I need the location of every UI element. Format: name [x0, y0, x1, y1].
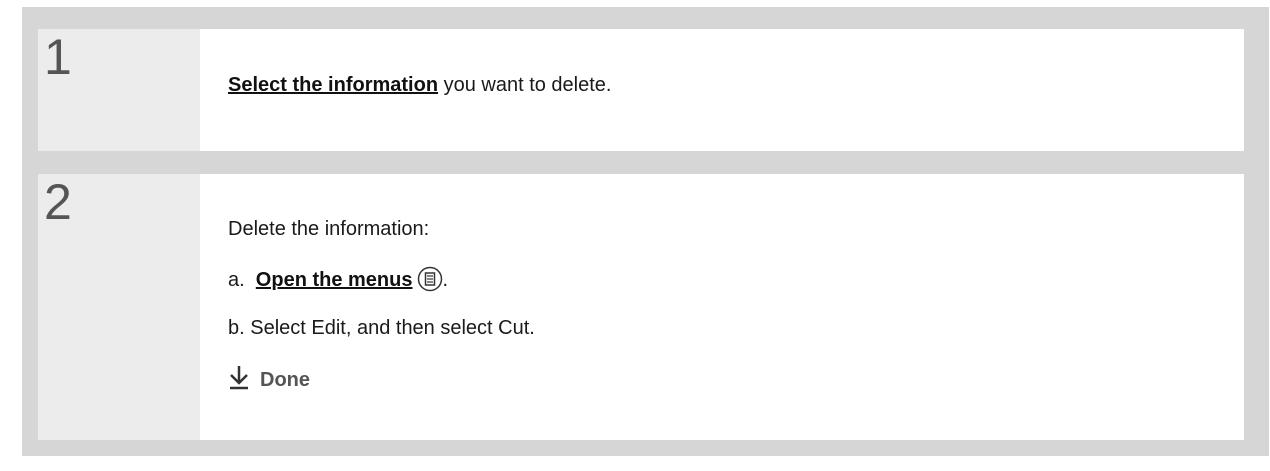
step-2-sub-b: b. Select Edit, and then select Cut. — [228, 317, 535, 339]
step-1: 1 Select the information you want to del… — [38, 29, 1244, 151]
sub-a-prefix: a. — [228, 269, 256, 291]
step-number: 1 — [38, 29, 200, 151]
step-2: 2 Delete the information: a. Open the me… — [38, 174, 1244, 440]
select-information-link[interactable]: Select the information — [228, 74, 438, 96]
step-2-intro: Delete the information: — [228, 218, 430, 240]
menu-icon — [417, 266, 443, 298]
step-1-text: Select the information you want to delet… — [228, 74, 611, 97]
down-arrow-icon — [228, 364, 250, 396]
steps-panel: 1 Select the information you want to del… — [22, 7, 1269, 456]
sub-a-suffix: . — [442, 269, 449, 291]
done-label: Done — [260, 368, 310, 391]
step-content: Delete the information: a. Open the menu… — [200, 174, 1244, 440]
step-number: 2 — [38, 174, 200, 440]
step-1-rest: you want to delete. — [438, 74, 612, 96]
step-content: Select the information you want to delet… — [200, 29, 1244, 151]
done-indicator: Done — [228, 364, 310, 396]
page: 1 Select the information you want to del… — [0, 0, 1270, 471]
open-menus-link[interactable]: Open the menus — [256, 269, 413, 291]
step-2-sub-a: a. Open the menus . — [228, 266, 448, 298]
